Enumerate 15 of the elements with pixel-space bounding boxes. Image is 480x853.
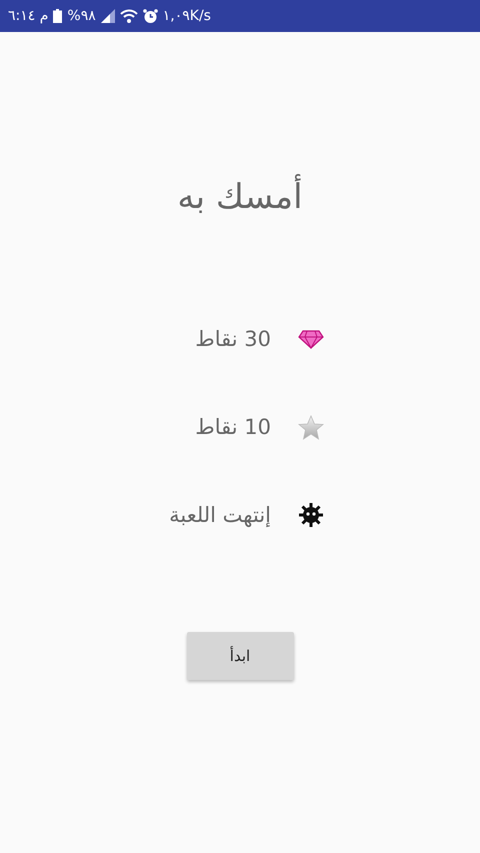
start-button[interactable]: ابدأ	[186, 632, 294, 680]
game-title: أمسك به	[177, 172, 303, 222]
signal-icon	[100, 9, 115, 23]
clock: م ٦:١٤	[8, 8, 48, 24]
battery-icon	[53, 9, 62, 23]
legend-text: إنتهت اللعبة	[169, 503, 271, 527]
legend-text: 10 نقاط	[195, 415, 271, 439]
alarm-icon	[142, 8, 158, 24]
legend-text: 30 نقاط	[195, 327, 271, 351]
gem-icon	[298, 329, 324, 349]
network-speed: ١,٠٩K/s	[162, 8, 211, 24]
battery-level: %٩٨	[67, 8, 96, 24]
star-icon	[298, 414, 324, 440]
wifi-icon	[120, 9, 138, 23]
virus-icon	[298, 502, 324, 528]
